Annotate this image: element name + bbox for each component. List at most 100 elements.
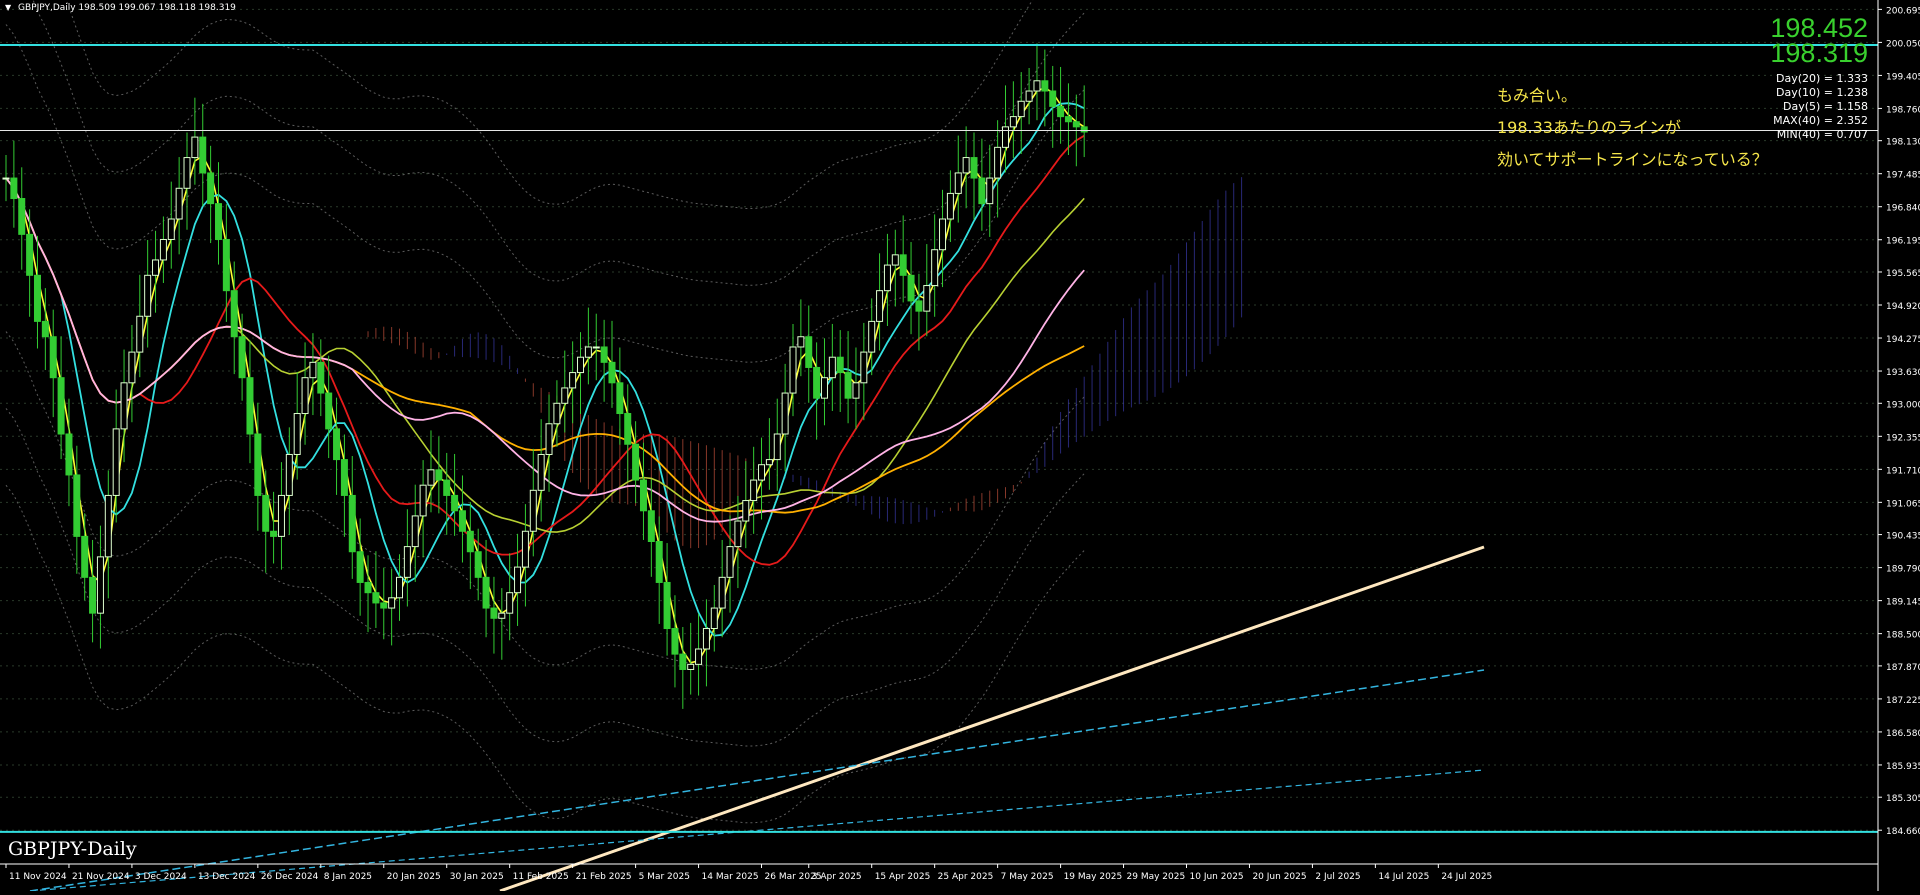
candle-body [742,500,750,522]
candle-body [868,320,876,353]
candle-body [348,494,356,553]
x-tick-label: 5 Mar 2025 [639,872,690,882]
candle-body [73,474,81,537]
x-tick-label: 20 Jan 2025 [387,872,441,882]
candle-body [647,510,655,542]
y-tick-label: 199.405 [1886,72,1920,82]
candle-body [758,464,766,481]
candle-body [65,433,73,476]
y-tick-label: 184.660 [1886,827,1920,837]
candle-body [813,366,821,399]
candle-body [293,413,301,455]
candle-body [340,459,348,496]
candle-body [891,254,899,266]
candle-body [246,377,254,435]
y-tick-label: 196.840 [1886,204,1920,214]
candle-body [939,218,947,251]
candle-body [214,203,222,240]
candle-body [435,469,443,481]
x-tick-label: 29 May 2025 [1127,872,1186,882]
candle-body [301,377,309,415]
candle-body [671,628,679,655]
candle-body [907,274,915,302]
candle-body [584,346,592,358]
candle-body [262,494,270,532]
candle-body [89,576,97,614]
x-tick-label: 14 Mar 2025 [702,872,759,882]
candle-body [750,479,758,502]
candle-body [529,489,537,532]
candle-body [427,469,435,486]
y-tick-label: 188.500 [1886,631,1920,641]
y-tick-label: 194.275 [1886,335,1920,345]
candle-body [687,663,695,670]
x-tick-label: 11 Nov 2024 [9,872,67,882]
candle-body [372,592,380,604]
candle-body [710,607,718,630]
candle-body [1064,116,1072,123]
x-tick-label: 26 Dec 2024 [261,872,319,882]
candle-body [270,530,278,537]
y-tick-label: 190.435 [1886,532,1920,542]
candle-body [1009,116,1017,128]
candle-body [10,177,18,200]
candle-body [191,136,199,159]
y-tick-label: 195.565 [1886,269,1920,279]
candle-body [152,259,160,276]
candle-body [820,377,828,399]
stat-day10: Day(10) = 1.238 [1775,86,1868,99]
candle-body [970,157,978,179]
chart-menu-arrow[interactable]: ▼ [5,3,11,12]
candle-body [33,274,41,322]
candle-body [104,494,112,558]
candle-body [120,382,128,430]
candle-body [333,428,341,461]
candle-body [254,433,262,496]
stat-min40: MIN(40) = 0.707 [1776,128,1868,141]
x-tick-label: 19 May 2025 [1064,872,1123,882]
y-tick-label: 187.870 [1886,663,1920,673]
candle-body [1072,121,1080,128]
candle-body [718,576,726,609]
candle-body [388,597,396,609]
candle-body [1080,126,1088,133]
candle-body [1001,126,1009,148]
annotation-line-2: 198.33あたりのラインが [1497,118,1681,137]
candle-body [514,566,522,594]
candle-body [175,187,183,220]
x-tick-label: 15 Apr 2025 [875,872,931,882]
candle-body [962,157,970,174]
candle-body [797,336,805,348]
candle-body [466,530,474,553]
y-tick-label: 185.935 [1886,762,1920,772]
y-tick-label: 186.580 [1886,729,1920,739]
stat-day5: Day(5) = 1.158 [1782,100,1868,113]
candle-body [2,177,10,180]
y-tick-label: 196.195 [1886,237,1920,247]
candle-body [451,494,459,512]
candle-body [1025,90,1033,102]
candle-body [419,484,427,517]
candle-body [356,551,364,583]
y-tick-label: 185.305 [1886,794,1920,804]
candle-body [978,177,986,205]
candle-body [702,628,710,650]
candle-body [112,428,120,496]
candle-body [309,361,317,379]
candle-body [317,361,325,394]
candle-body [403,546,411,578]
y-tick-label: 194.920 [1886,302,1920,312]
candle-body [199,136,207,174]
candle-body [632,443,640,481]
candle-body [789,346,797,394]
x-tick-label: 10 Jun 2025 [1190,872,1244,882]
y-tick-label: 198.760 [1886,105,1920,115]
x-tick-label: 25 Apr 2025 [938,872,994,882]
y-tick-label: 192.355 [1886,433,1920,443]
candle-body [592,346,600,349]
x-tick-label: 30 Jan 2025 [450,872,504,882]
candle-body [915,300,923,312]
candle-body [380,602,388,609]
candle-body [773,433,781,461]
candle-body [49,336,57,379]
